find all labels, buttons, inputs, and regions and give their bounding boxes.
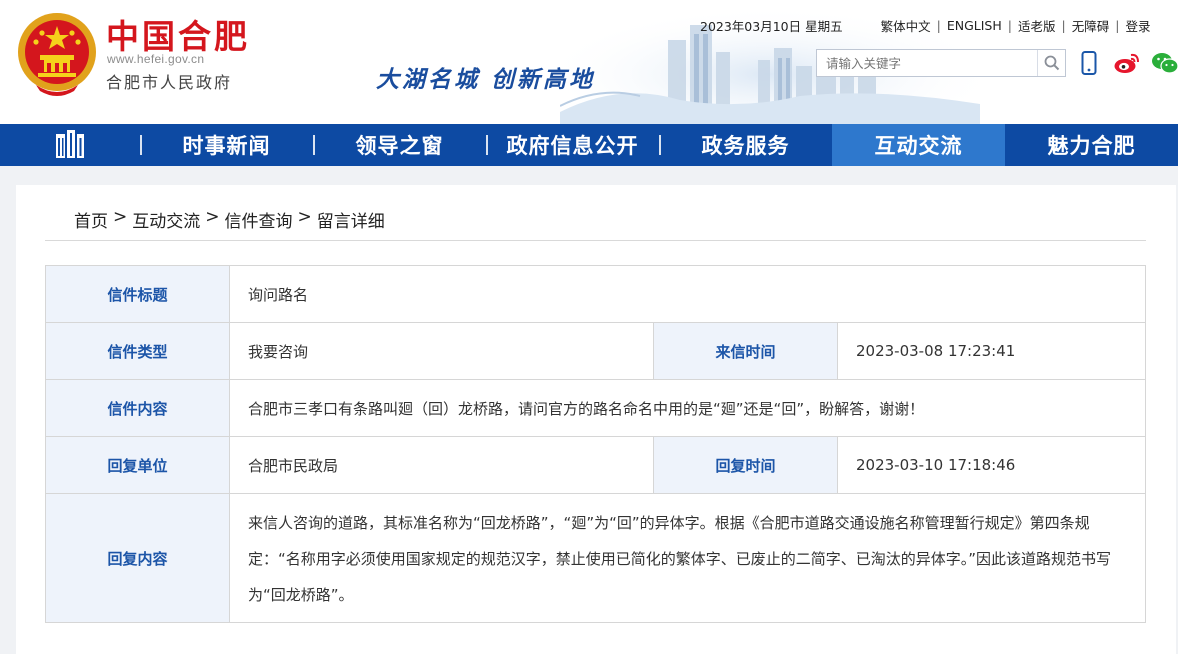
breadcrumb-separator: > (205, 207, 220, 227)
divider: | (1115, 17, 1120, 33)
breadcrumb-interaction[interactable]: 互动交流 (132, 207, 200, 232)
site-logo-subtitle: 合肥市人民政府 (106, 73, 233, 92)
row-letter-content: 信件内容 合肥市三孝口有条路叫廻（回）龙桥路，请问官方的路名命名中用的是“廻”还… (45, 379, 1147, 437)
wechat-icon (1152, 53, 1178, 74)
utility-links: 繁体中文 | ENGLISH | 适老版 | 无障碍 | 登录 (881, 16, 1151, 35)
site-search (816, 49, 1066, 77)
login-link[interactable]: 登录 (1125, 16, 1150, 35)
row-letter-type: 信件类型 我要咨询 来信时间 2023-03-08 17:23:41 (45, 322, 1147, 380)
breadcrumb-separator: > (297, 207, 312, 227)
nav-item-services[interactable]: 政务服务 (659, 124, 832, 166)
building-icon (56, 130, 84, 158)
breadcrumb-letter-query[interactable]: 信件查询 (225, 207, 293, 232)
top-utility-bar: 2023年03月10日 星期五 繁体中文 | ENGLISH | 适老版 | 无… (700, 16, 1150, 34)
divider: | (1061, 17, 1066, 33)
nav-item-charm-hefei[interactable]: 魅力合肥 (1005, 124, 1178, 166)
divider: | (1007, 17, 1012, 33)
breadcrumb-message-detail: 留言详细 (316, 212, 385, 232)
reply-unit-label: 回复单位 (45, 436, 230, 494)
row-reply-unit: 回复单位 合肥市民政局 回复时间 2023-03-10 17:18:46 (45, 436, 1147, 494)
mobile-version-button[interactable] (1074, 50, 1104, 76)
breadcrumb-separator: > (113, 207, 128, 227)
letter-type-value: 我要咨询 (229, 322, 654, 380)
nav-home[interactable] (0, 124, 140, 166)
letter-title-value: 询问路名 (228, 265, 1147, 323)
nav-item-interaction[interactable]: 互动交流 (832, 124, 1005, 166)
search-button[interactable] (1037, 50, 1065, 76)
breadcrumb-home[interactable]: 首页 (74, 207, 108, 232)
site-header: 中国合肥 www.hefei.gov.cn 合肥市人民政府 大湖名城 创新高地 … (0, 0, 1178, 124)
english-link[interactable]: ENGLISH (947, 18, 1002, 33)
divider: | (936, 17, 941, 33)
reply-unit-value: 合肥市民政局 (229, 436, 654, 494)
reply-time-value: 2023-03-10 17:18:46 (836, 436, 1147, 494)
weibo-button[interactable] (1112, 50, 1142, 76)
breadcrumb-divider (45, 240, 1146, 241)
reply-content-value: 来信人咨询的道路，其标准名称为“回龙桥路”，“廻”为“回”的异体字。根据《合肥市… (228, 493, 1147, 623)
site-slogan: 大湖名城 创新高地 (376, 67, 596, 93)
current-date: 2023年03月10日 星期五 (700, 18, 843, 34)
site-logo-url: www.hefei.gov.cn (107, 52, 205, 66)
letter-content-label: 信件内容 (45, 379, 230, 437)
site-logo-title[interactable]: 中国合肥 (106, 17, 250, 57)
letter-type-label: 信件类型 (45, 322, 230, 380)
reply-content-label: 回复内容 (45, 493, 230, 623)
received-time-label: 来信时间 (653, 322, 838, 380)
elderly-mode-link[interactable]: 适老版 (1018, 16, 1056, 35)
received-time-value: 2023-03-08 17:23:41 (836, 322, 1147, 380)
letter-content-value: 合肥市三孝口有条路叫廻（回）龙桥路，请问官方的路名命名中用的是“廻”还是“回”，… (228, 379, 1147, 437)
accessibility-link[interactable]: 无障碍 (1072, 16, 1110, 35)
national-emblem-logo (18, 13, 96, 96)
traditional-chinese-link[interactable]: 繁体中文 (881, 16, 931, 35)
breadcrumb: 首页 > 互动交流 > 信件查询 > 留言详细 (74, 207, 385, 232)
reply-time-label: 回复时间 (653, 436, 838, 494)
mobile-icon (1081, 51, 1097, 75)
search-icon (1044, 55, 1059, 71)
wechat-button[interactable] (1150, 50, 1178, 76)
nav-item-leaders[interactable]: 领导之窗 (313, 124, 486, 166)
weibo-icon (1114, 53, 1139, 73)
letter-detail-table: 信件标题 询问路名 信件类型 我要咨询 来信时间 2023-03-08 17:2… (45, 265, 1147, 623)
nav-item-gov-info[interactable]: 政府信息公开 (486, 124, 659, 166)
letter-title-label: 信件标题 (45, 265, 230, 323)
content-panel: 首页 > 互动交流 > 信件查询 > 留言详细 信件标题 询问路名 信件类型 我… (16, 185, 1176, 654)
search-input[interactable] (817, 50, 1037, 76)
row-letter-title: 信件标题 询问路名 (45, 265, 1147, 323)
social-links (1074, 50, 1178, 76)
nav-item-news[interactable]: 时事新闻 (140, 124, 313, 166)
row-reply-content: 回复内容 来信人咨询的道路，其标准名称为“回龙桥路”，“廻”为“回”的异体字。根… (45, 493, 1147, 623)
main-navigation: 时事新闻 领导之窗 政府信息公开 政务服务 互动交流 魅力合肥 (0, 124, 1178, 166)
